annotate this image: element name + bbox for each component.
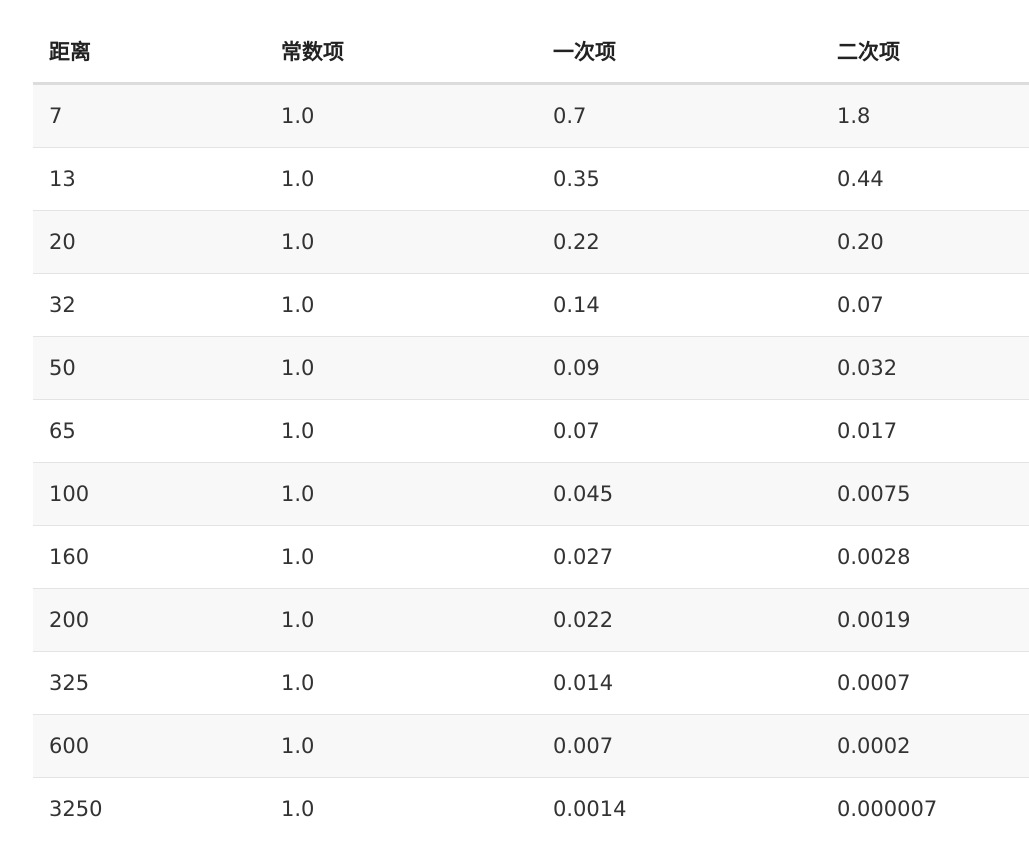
cell-quadratic: 0.0075 [821, 462, 1029, 526]
cell-quadratic: 0.07 [821, 273, 1029, 337]
cell-constant: 1.0 [265, 588, 537, 652]
attenuation-table: 距离 常数项 一次项 二次项 7 1.0 0.7 1.8 13 1.0 0.35 0.44 20… [33, 20, 1029, 840]
cell-distance: 3250 [33, 777, 265, 840]
cell-constant: 1.0 [265, 83, 537, 148]
cell-distance: 50 [33, 336, 265, 400]
cell-linear: 0.07 [537, 399, 821, 463]
cell-constant: 1.0 [265, 147, 537, 211]
header-distance: 距离 [33, 20, 265, 85]
cell-linear: 0.22 [537, 210, 821, 274]
cell-constant: 1.0 [265, 273, 537, 337]
cell-distance: 160 [33, 525, 265, 589]
cell-linear: 0.0014 [537, 777, 821, 840]
table-row: 13 1.0 0.35 0.44 [33, 147, 1029, 211]
cell-linear: 0.027 [537, 525, 821, 589]
cell-constant: 1.0 [265, 525, 537, 589]
cell-distance: 65 [33, 399, 265, 463]
cell-distance: 32 [33, 273, 265, 337]
cell-distance: 200 [33, 588, 265, 652]
cell-quadratic: 0.0019 [821, 588, 1029, 652]
cell-linear: 0.14 [537, 273, 821, 337]
table-row: 32 1.0 0.14 0.07 [33, 273, 1029, 337]
table-row: 3250 1.0 0.0014 0.000007 [33, 777, 1029, 840]
table-row: 65 1.0 0.07 0.017 [33, 399, 1029, 463]
cell-constant: 1.0 [265, 714, 537, 778]
cell-quadratic: 0.0028 [821, 525, 1029, 589]
header-row: 距离 常数项 一次项 二次项 [33, 20, 1029, 85]
header-quadratic: 二次项 [821, 20, 1029, 85]
cell-linear: 0.7 [537, 83, 821, 148]
header-linear: 一次项 [537, 20, 821, 85]
cell-distance: 325 [33, 651, 265, 715]
cell-distance: 600 [33, 714, 265, 778]
cell-constant: 1.0 [265, 777, 537, 840]
table-row: 7 1.0 0.7 1.8 [33, 83, 1029, 148]
cell-quadratic: 0.20 [821, 210, 1029, 274]
cell-distance: 7 [33, 83, 265, 148]
cell-linear: 0.014 [537, 651, 821, 715]
cell-distance: 20 [33, 210, 265, 274]
table-body: 7 1.0 0.7 1.8 13 1.0 0.35 0.44 20 1.0 0.22 0.20 32 1.… [33, 83, 1029, 840]
cell-linear: 0.007 [537, 714, 821, 778]
cell-quadratic: 0.017 [821, 399, 1029, 463]
table-header: 距离 常数项 一次项 二次项 [33, 20, 1029, 85]
table-row: 160 1.0 0.027 0.0028 [33, 525, 1029, 589]
table-row: 50 1.0 0.09 0.032 [33, 336, 1029, 400]
cell-quadratic: 0.0002 [821, 714, 1029, 778]
table-row: 325 1.0 0.014 0.0007 [33, 651, 1029, 715]
cell-constant: 1.0 [265, 336, 537, 400]
cell-constant: 1.0 [265, 462, 537, 526]
cell-linear: 0.09 [537, 336, 821, 400]
cell-quadratic: 0.44 [821, 147, 1029, 211]
cell-linear: 0.35 [537, 147, 821, 211]
table-row: 100 1.0 0.045 0.0075 [33, 462, 1029, 526]
header-constant: 常数项 [265, 20, 537, 85]
cell-constant: 1.0 [265, 210, 537, 274]
cell-quadratic: 0.0007 [821, 651, 1029, 715]
attenuation-table-container: 距离 常数项 一次项 二次项 7 1.0 0.7 1.8 13 1.0 0.35 0.44 20… [33, 20, 1029, 840]
cell-linear: 0.022 [537, 588, 821, 652]
cell-constant: 1.0 [265, 399, 537, 463]
cell-distance: 13 [33, 147, 265, 211]
cell-linear: 0.045 [537, 462, 821, 526]
table-row: 200 1.0 0.022 0.0019 [33, 588, 1029, 652]
table-row: 20 1.0 0.22 0.20 [33, 210, 1029, 274]
cell-distance: 100 [33, 462, 265, 526]
cell-quadratic: 0.000007 [821, 777, 1029, 840]
cell-constant: 1.0 [265, 651, 537, 715]
cell-quadratic: 1.8 [821, 83, 1029, 148]
cell-quadratic: 0.032 [821, 336, 1029, 400]
table-row: 600 1.0 0.007 0.0002 [33, 714, 1029, 778]
